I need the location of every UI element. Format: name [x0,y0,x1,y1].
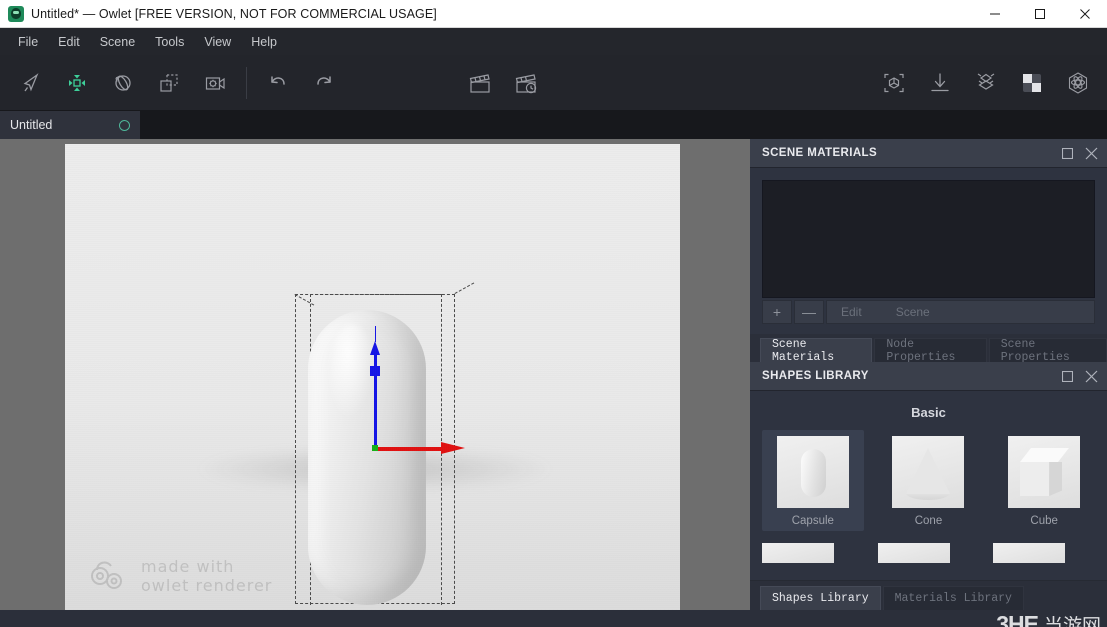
rotate-gizmo-icon[interactable] [100,60,146,106]
scene-materials-panel-header: SCENE MATERIALS [750,139,1107,168]
menu-item-help[interactable]: Help [241,31,287,53]
watermark-site: 当游网 [1043,615,1101,627]
panel-header-buttons [1057,143,1101,163]
gizmo-y-axis-tip [374,326,376,342]
shapes-library-body[interactable]: Basic Capsule Cone Cube [750,391,1107,580]
window-title: Untitled* — Owlet [FREE VERSION, NOT FOR… [31,6,437,21]
shape-item-capsule[interactable]: Capsule [762,430,864,531]
scene-tab-strip: Untitled [0,111,1107,139]
shapes-library-tab-row: Shapes Library Materials Library [750,580,1107,610]
tab-shapes-library[interactable]: Shapes Library [760,586,881,610]
shape-thumb-partial[interactable] [993,543,1066,563]
tab-scene-materials[interactable]: Scene Materials [760,338,873,364]
gizmo-x-axis-arrow[interactable] [441,442,465,454]
capsule-highlight [330,324,374,420]
scene-materials-panel-body: + — Edit Scene [750,168,1107,334]
edit-material-button[interactable]: Edit [841,305,862,319]
remove-material-button[interactable]: — [794,300,824,324]
stack-layers-icon[interactable] [963,60,1009,106]
menu-item-scene[interactable]: Scene [90,31,145,53]
shapes-library-panel-header: SHAPES LIBRARY [750,362,1107,391]
right-dock: SCENE MATERIALS + — Edit Scene Scene Mat… [750,139,1107,610]
close-icon[interactable] [1062,0,1107,28]
environment-hexagon-icon[interactable] [1055,60,1101,106]
shapes-grid: Capsule Cone Cube [762,430,1095,531]
add-material-button[interactable]: + [762,300,792,324]
frame-object-icon[interactable] [871,60,917,106]
shape-thumb-partial[interactable] [762,543,834,563]
menu-item-edit[interactable]: Edit [48,31,90,53]
select-cursor-icon[interactable] [8,60,54,106]
shape-label: Capsule [791,515,834,527]
panel-header-buttons [1057,366,1101,386]
shape-item-cube[interactable]: Cube [993,430,1095,531]
close-panel-icon[interactable] [1081,366,1101,386]
maximize-icon[interactable] [1017,0,1062,28]
gizmo-y-axis[interactable] [373,349,377,449]
capsule-object[interactable] [308,310,426,605]
scene-tab-untitled[interactable]: Untitled [0,111,141,139]
modified-dot-icon[interactable] [119,119,130,131]
tab-node-properties[interactable]: Node Properties [874,338,987,364]
main-content-row: made with owlet renderer SCENE MATERIALS [0,139,1107,610]
close-panel-icon[interactable] [1081,143,1101,163]
scene-tab-label: Untitled [10,118,53,132]
toolbar-right-group [871,60,1107,106]
float-panel-icon[interactable] [1057,143,1077,163]
scene-materials-tab-row: Scene Materials Node Properties Scene Pr… [750,334,1107,364]
menu-bar: File Edit Scene Tools View Help [0,28,1107,55]
shapes-grid-row-partial [762,543,1095,563]
viewport-3d[interactable]: made with owlet renderer [0,139,750,610]
toolbar-separator [246,66,247,99]
gizmo-x-axis[interactable] [375,447,445,451]
drop-to-floor-icon[interactable] [917,60,963,106]
bounding-box-edge [454,282,475,294]
scale-duplicate-icon[interactable] [146,60,192,106]
move-gizmo-icon[interactable] [54,60,100,106]
scene-materials-title: SCENE MATERIALS [762,147,878,159]
owlet-app-icon [8,5,24,22]
gizmo-z-axis-handle[interactable] [372,445,378,451]
shape-label: Cone [914,515,943,527]
redo-icon[interactable] [301,60,347,106]
scene-material-button[interactable]: Scene [896,305,930,319]
owl-logo-icon [91,561,122,589]
status-bar: 3HE 当游网 [0,610,1107,627]
render-preview-area[interactable]: made with owlet renderer [65,144,680,610]
capsule-thumb [776,436,849,508]
main-toolbar [0,55,1107,111]
camera-settings-icon[interactable] [192,60,238,106]
tab-scene-properties[interactable]: Scene Properties [988,338,1107,364]
checkerboard-icon[interactable] [1009,60,1055,106]
menu-item-file[interactable]: File [8,31,48,53]
watermark-brand: 3HE [996,611,1039,627]
watermark-line-2: owlet renderer [141,576,273,595]
undo-icon[interactable] [255,60,301,106]
watermark-line-1: made with [141,557,235,576]
shape-label: Cube [1030,515,1058,527]
site-watermark: 3HE 当游网 [996,611,1101,627]
minimize-icon[interactable] [972,0,1017,28]
render-animation-clapperboard-icon[interactable] [503,60,549,106]
render-clapperboard-icon[interactable] [457,60,503,106]
cube-thumb [1008,436,1081,508]
scene-materials-list[interactable] [762,180,1095,298]
tab-materials-library[interactable]: Materials Library [882,586,1024,610]
cone-thumb [892,436,965,508]
window-controls [972,0,1107,28]
shapes-category-label: Basic [911,405,946,420]
shape-thumb-partial[interactable] [877,543,950,563]
menu-item-tools[interactable]: Tools [145,31,194,53]
shapes-library-title: SHAPES LIBRARY [762,370,869,382]
owlet-watermark: made with owlet renderer [87,556,272,596]
float-panel-icon[interactable] [1057,366,1077,386]
menu-item-view[interactable]: View [194,31,241,53]
shape-item-cone[interactable]: Cone [878,430,980,531]
title-bar: Untitled* — Owlet [FREE VERSION, NOT FOR… [0,0,1107,28]
scene-materials-buttons: + — Edit Scene [762,300,1095,324]
material-actions-group: Edit Scene [826,300,1095,324]
owlet-application-window: Untitled* — Owlet [FREE VERSION, NOT FOR… [0,0,1107,627]
